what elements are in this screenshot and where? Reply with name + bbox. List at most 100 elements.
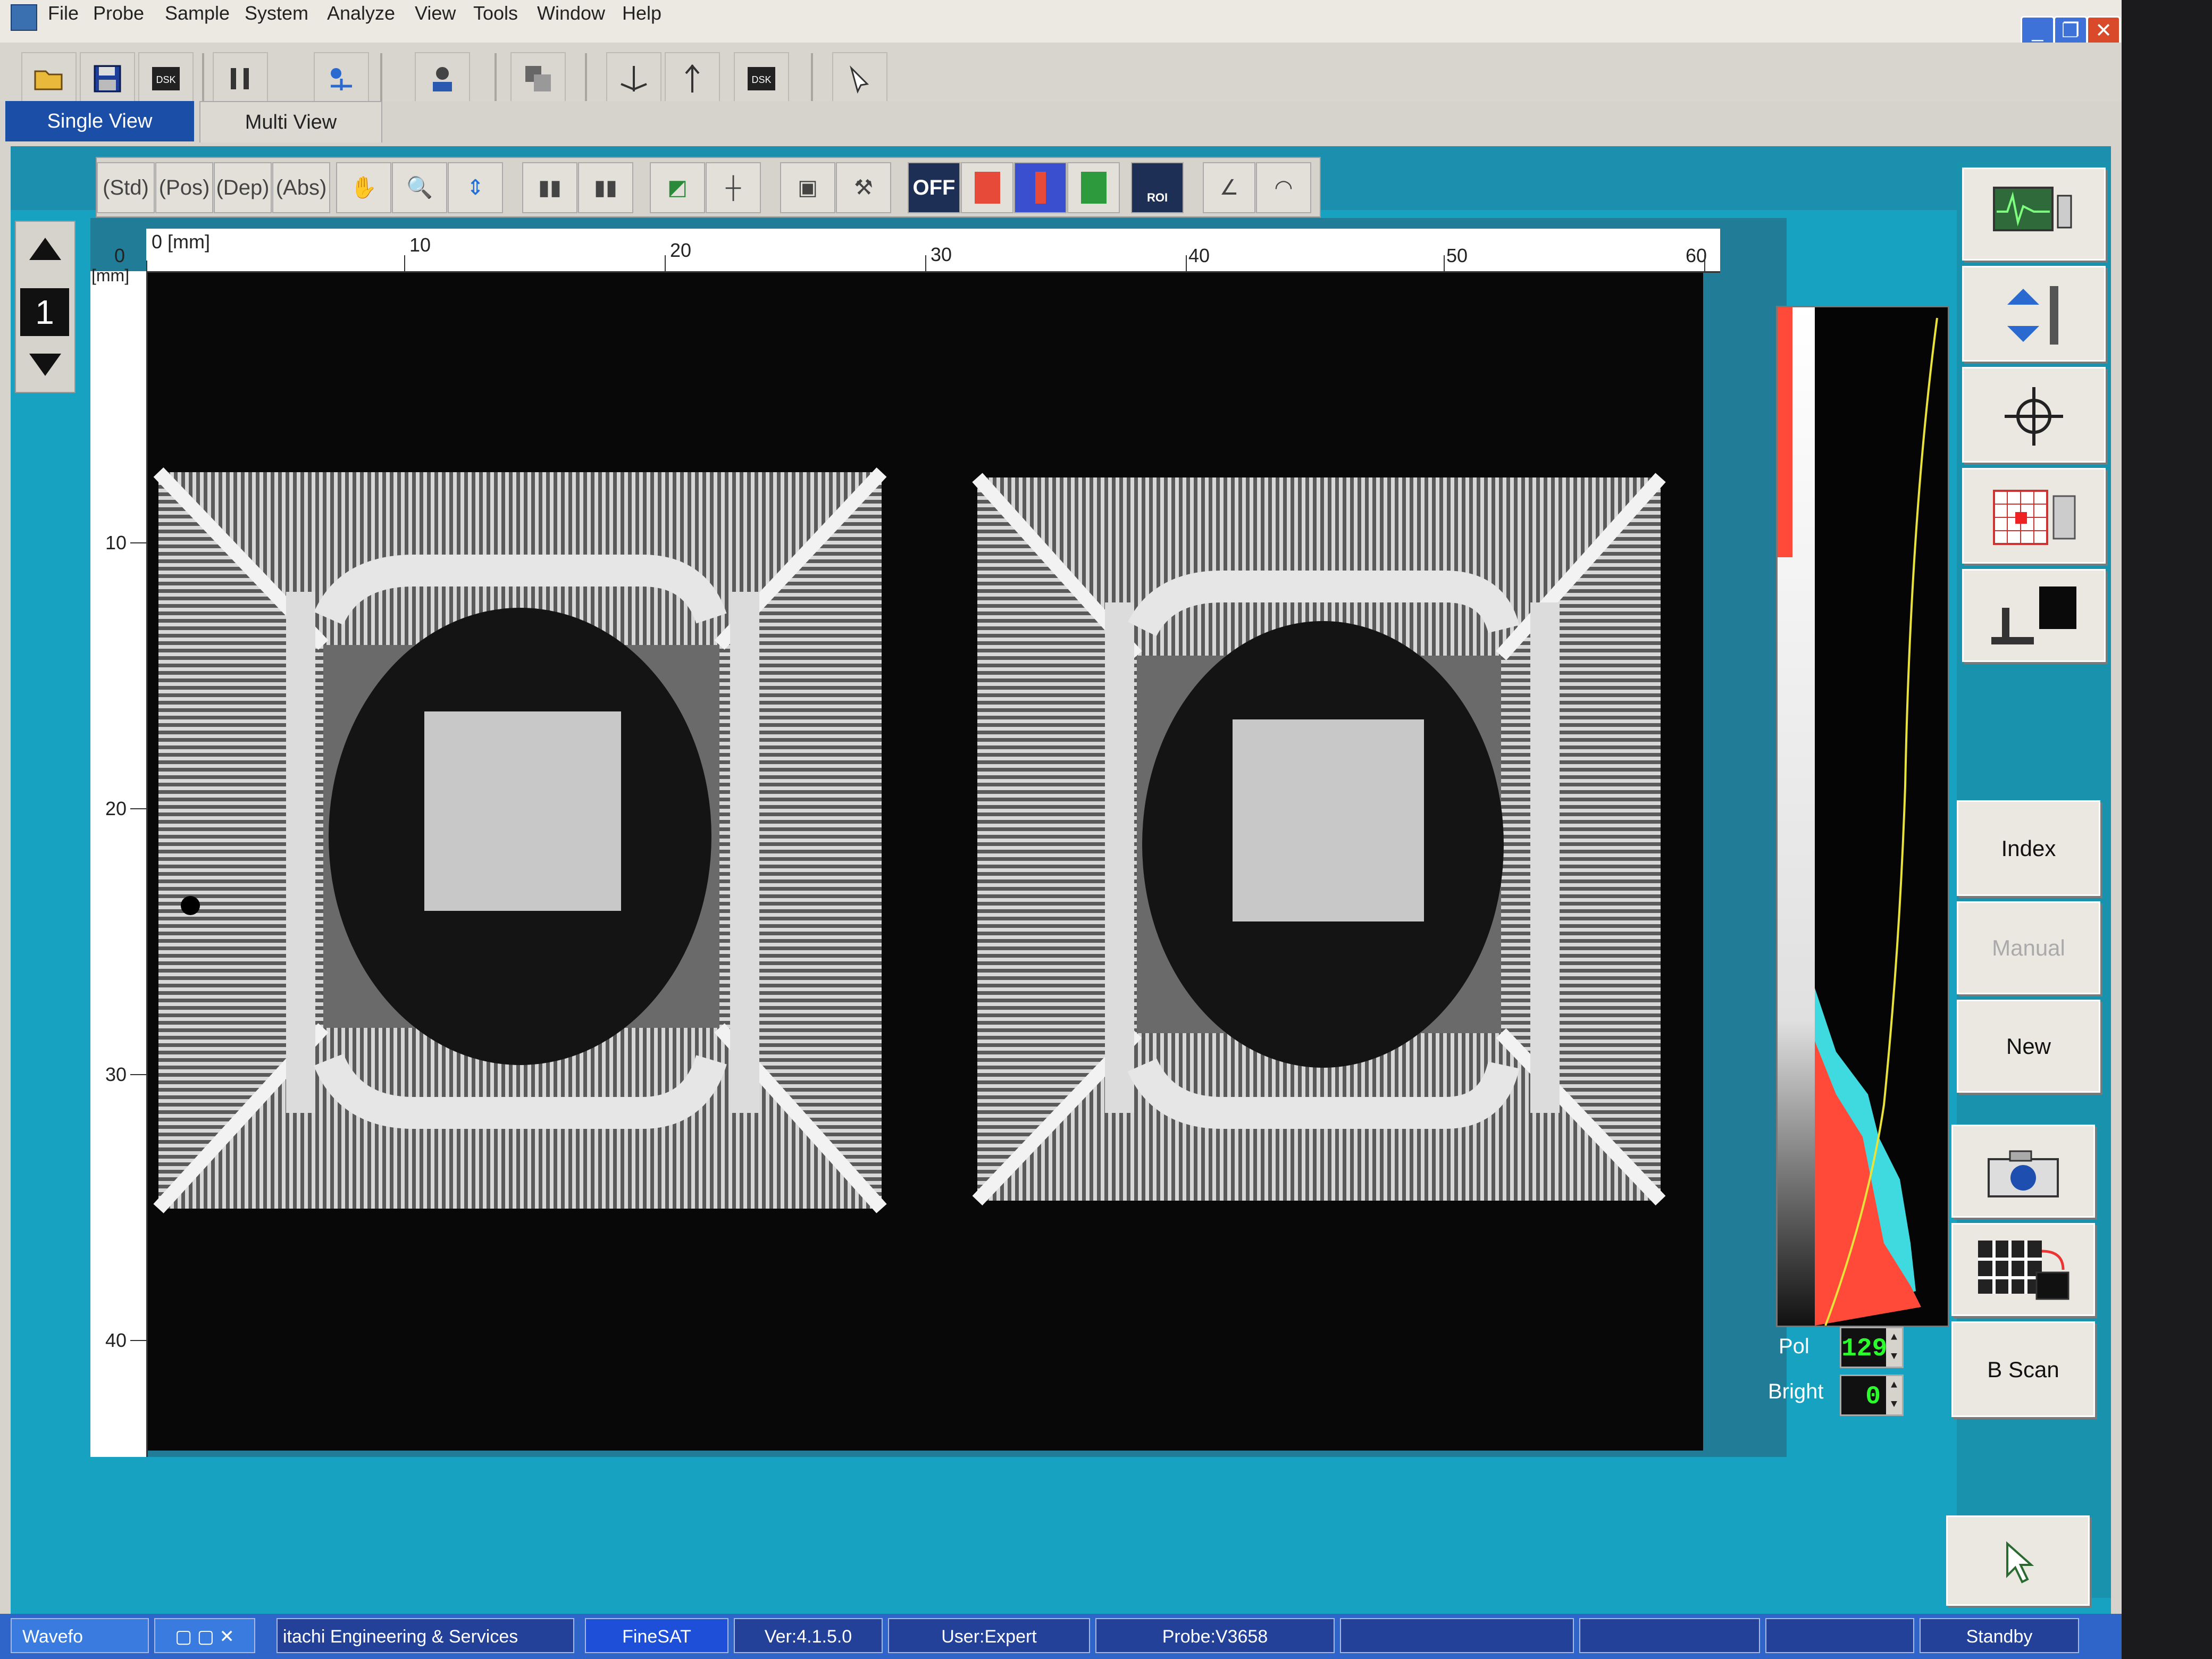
color-red-button[interactable] xyxy=(961,162,1013,213)
menu-view[interactable]: View xyxy=(415,2,456,24)
scan-setup-button[interactable] xyxy=(314,52,369,107)
menu-tools[interactable]: Tools xyxy=(473,2,518,24)
probe-icon xyxy=(231,68,249,89)
menu-analyze[interactable]: Analyze xyxy=(327,2,395,24)
waveform-gate-button[interactable]: ▣ xyxy=(780,162,835,213)
y-tick-label: 20 xyxy=(105,798,127,819)
save-button[interactable] xyxy=(80,52,135,107)
version-label: Ver:4.1.5.0 xyxy=(734,1618,883,1653)
c-scan-image[interactable] xyxy=(148,273,1703,1451)
menu-system[interactable]: System xyxy=(245,2,308,24)
grid-position-button[interactable] xyxy=(1962,468,2106,564)
new-button[interactable]: New xyxy=(1957,1000,2100,1093)
menu-sample[interactable]: Sample xyxy=(165,2,230,24)
app-name-label: FineSAT xyxy=(585,1618,728,1653)
status-empty-cell xyxy=(1765,1618,1914,1653)
layer-number: 1 xyxy=(20,288,69,336)
z-move-button[interactable] xyxy=(1962,266,2106,362)
tools-button[interactable]: ⚒ xyxy=(836,162,891,213)
probe-pair-button[interactable] xyxy=(213,52,268,107)
tab-multi-view[interactable]: Multi View xyxy=(199,101,382,143)
help-pointer-button[interactable] xyxy=(832,52,887,107)
svg-text:DSK: DSK xyxy=(156,74,175,85)
cursor-arrow-icon xyxy=(2006,1541,2034,1583)
layer-down-icon[interactable] xyxy=(27,349,64,381)
chip-package-right xyxy=(972,473,1666,1205)
status-empty-cell xyxy=(1579,1618,1760,1653)
zoom-button[interactable]: 🔍 xyxy=(392,162,447,213)
axis-xy-button[interactable] xyxy=(606,52,661,107)
protractor-button[interactable]: ◠ xyxy=(1256,162,1311,213)
pan-hand-button[interactable]: ✋ xyxy=(336,162,391,213)
scan-setup-icon xyxy=(331,68,352,90)
protractor-icon: ◠ xyxy=(1274,176,1293,199)
abs-mode-button[interactable]: (Abs) xyxy=(272,162,330,213)
dsk-icon: DSK xyxy=(152,67,180,90)
spin-arrows-icon[interactable]: ▲ ▼ xyxy=(1886,1328,1902,1367)
pos-mode-button[interactable]: (Pos) xyxy=(155,162,213,213)
multi-image-button[interactable] xyxy=(1951,1223,2095,1316)
wrench-icon: ⚒ xyxy=(854,176,873,199)
crosshair-button[interactable] xyxy=(1962,367,2106,463)
image-toolbar: (Std) (Pos) (Dep) (Abs) ✋ 🔍 ⇕ ▮▮ ▮▮ ◩ ┼ … xyxy=(96,157,1321,217)
user-label: User:Expert xyxy=(888,1618,1090,1653)
chip-package-left xyxy=(153,467,887,1213)
spin-arrows-icon[interactable]: ▲ ▼ xyxy=(1886,1376,1902,1414)
bright-spinbox[interactable]: 0 ▲ ▼ xyxy=(1840,1375,1904,1416)
operator-button[interactable] xyxy=(415,52,470,107)
angle-icon: ∠ xyxy=(1219,176,1239,199)
red-swatch-icon xyxy=(975,172,1000,204)
taskbar-window-controls[interactable]: ▢ ▢ ✕ xyxy=(154,1618,255,1653)
windows-button[interactable] xyxy=(510,52,566,107)
dep-mode-button[interactable]: (Dep) xyxy=(214,162,272,213)
dsk-button[interactable]: DSK xyxy=(138,52,194,107)
layer-up-icon[interactable] xyxy=(27,232,64,264)
cursor-cross-button[interactable]: ┼ xyxy=(706,162,761,213)
manual-button[interactable]: Manual xyxy=(1957,901,2100,994)
off-button[interactable]: OFF xyxy=(908,162,960,213)
acoustic-scan-image xyxy=(153,467,1666,1213)
measure-pin-button[interactable]: ⇕ xyxy=(448,162,503,213)
stage-icon xyxy=(1991,586,2076,644)
image-map-button[interactable]: ◩ xyxy=(650,162,705,213)
menu-window[interactable]: Window xyxy=(537,2,605,24)
axis-z-button[interactable] xyxy=(665,52,720,107)
waveform-button[interactable] xyxy=(1962,167,2106,261)
std-mode-button[interactable]: (Std) xyxy=(97,162,155,213)
angle-button[interactable]: ∠ xyxy=(1203,162,1255,213)
roi-button[interactable]: ROI xyxy=(1131,162,1184,213)
pol-spinbox[interactable]: 129 ▲ ▼ xyxy=(1840,1327,1904,1368)
pointer-button[interactable] xyxy=(1946,1515,2090,1606)
color-green-button[interactable] xyxy=(1067,162,1120,213)
pointer-help-icon xyxy=(850,65,869,94)
index-button[interactable]: Index xyxy=(1957,800,2100,896)
color-blue-button[interactable] xyxy=(1014,162,1067,213)
capture-button[interactable] xyxy=(1951,1125,2095,1218)
hand-icon: ✋ xyxy=(350,176,377,199)
dsk-save-button[interactable]: DSK xyxy=(734,52,789,107)
x-tick-label: 50 xyxy=(1446,245,1468,266)
axis-icon xyxy=(621,66,647,91)
b-scan-button[interactable]: B Scan xyxy=(1951,1321,2095,1417)
menu-help[interactable]: Help xyxy=(622,2,661,24)
x-tick-label: 40 xyxy=(1188,245,1210,266)
menu-probe[interactable]: Probe xyxy=(93,2,144,24)
status-empty-cell xyxy=(1340,1618,1574,1653)
y-tick-label: 10 xyxy=(105,532,127,554)
tab-single-view[interactable]: Single View xyxy=(5,101,194,141)
stage-xyz-button[interactable] xyxy=(1962,569,2106,662)
start-label: Wavefo xyxy=(22,1627,83,1647)
magnifier-icon: 🔍 xyxy=(406,176,433,199)
intensity-histogram[interactable] xyxy=(1776,306,1949,1327)
palette-invert-button[interactable]: ▮▮ xyxy=(578,162,633,213)
x-tick-label: 30 xyxy=(931,244,952,265)
floppy-disk-icon xyxy=(94,65,121,93)
taskbar-start-item[interactable]: Wavefo xyxy=(11,1618,149,1653)
layer-navigator: 1 xyxy=(15,221,76,393)
x-tick-label: 10 xyxy=(409,234,431,256)
camera-icon xyxy=(1988,1150,2059,1197)
waveform-icon xyxy=(1993,187,2072,231)
menu-file[interactable]: File xyxy=(48,2,79,24)
open-folder-button[interactable] xyxy=(21,52,77,107)
palette-gray-button[interactable]: ▮▮ xyxy=(522,162,577,213)
